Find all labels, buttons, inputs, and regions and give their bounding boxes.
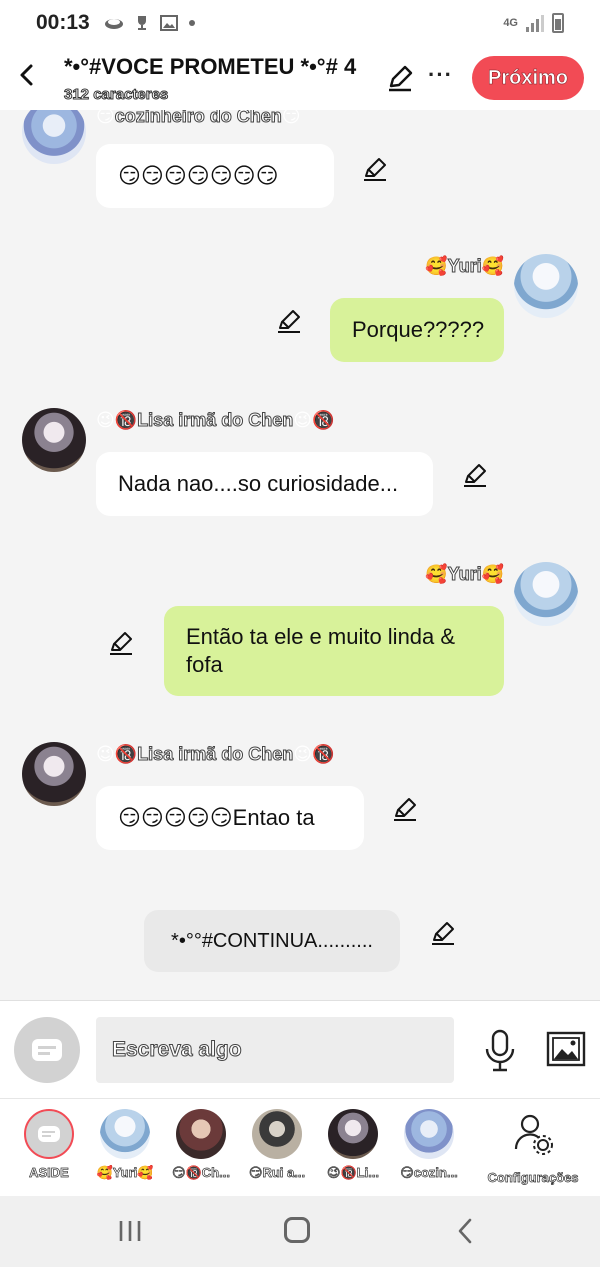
microphone-icon[interactable] — [482, 1029, 518, 1073]
character-chen[interactable]: 😏🔞Ch... — [163, 1109, 239, 1181]
signal-icon — [526, 14, 544, 32]
avatar — [328, 1109, 378, 1159]
edit-message-icon[interactable] — [362, 156, 388, 182]
aside-avatar — [24, 1109, 74, 1159]
message-bubble[interactable]: 😏😏😏😏😏😏😏 — [96, 144, 334, 208]
back-arrow-icon[interactable] — [14, 60, 40, 90]
chat-header: *•°#VOCE PROMETEU *•°# 4 312 caracteres … — [0, 46, 600, 110]
character-yuri[interactable]: 🥰Yuri🥰 — [87, 1109, 163, 1181]
avatar — [100, 1109, 150, 1159]
avatar[interactable] — [22, 110, 86, 164]
edit-message-icon[interactable] — [462, 462, 488, 488]
edit-message-icon[interactable] — [108, 630, 134, 656]
battery-icon — [552, 13, 564, 33]
more-options-icon[interactable]: ··· — [428, 62, 453, 88]
message-sender-name: 🥰Yuri🥰 — [425, 564, 504, 585]
message-sender-name: 😉🔞Lisa irmã do Chen😉🔞 — [96, 410, 335, 431]
character-rui[interactable]: 😏Rui a... — [239, 1109, 315, 1181]
chat-area[interactable]: 😏cozinheiro do Chen😏 😏😏😏😏😏😏😏 🥰Yuri🥰 Porq… — [0, 110, 600, 1000]
home-icon[interactable] — [284, 1217, 310, 1243]
message-sender-name: 😏cozinheiro do Chen😏 — [96, 110, 301, 127]
aside-icon — [38, 1126, 60, 1142]
character-selector: ASIDE 🥰Yuri🥰 😏🔞Ch... 😏Rui a... 😉🔞Li... 😏… — [0, 1098, 600, 1196]
avatar[interactable] — [22, 742, 86, 806]
network-type: 4G — [503, 17, 518, 29]
avatar[interactable] — [22, 408, 86, 472]
edit-message-icon[interactable] — [276, 308, 302, 334]
character-label: 😉🔞Li... — [326, 1165, 380, 1180]
cloud-icon — [104, 19, 123, 29]
character-label: Configurações — [487, 1170, 579, 1185]
image-icon — [159, 15, 178, 31]
add-image-icon[interactable] — [546, 1031, 586, 1067]
edit-title-icon[interactable] — [386, 64, 414, 92]
character-label: ASIDE — [29, 1165, 69, 1180]
message-bubble[interactable]: Nada nao....so curiosidade... — [96, 452, 433, 516]
aside-icon — [32, 1039, 62, 1061]
avatar — [176, 1109, 226, 1159]
composer — [0, 1000, 600, 1098]
status-time: 00:13 — [36, 11, 90, 34]
edit-message-icon[interactable] — [430, 920, 456, 946]
avatar — [404, 1109, 454, 1159]
character-label: 🥰Yuri🥰 — [96, 1165, 154, 1180]
status-bar: 00:13 4G — [0, 0, 600, 46]
system-nav-bar — [0, 1196, 600, 1267]
character-cozinheiro[interactable]: 😏cozin... — [391, 1109, 467, 1181]
character-label: 😏🔞Ch... — [172, 1165, 231, 1180]
message-sender-name: 🥰Yuri🥰 — [425, 256, 504, 277]
system-back-icon[interactable] — [456, 1218, 474, 1244]
character-aside[interactable]: ASIDE — [11, 1109, 87, 1180]
message-bubble[interactable]: Porque????? — [330, 298, 504, 362]
settings-button[interactable]: Configurações — [479, 1109, 587, 1185]
avatar[interactable] — [514, 562, 578, 626]
recent-apps-icon[interactable] — [118, 1220, 142, 1242]
message-bubble[interactable]: 😏😏😏😏😏Entao ta — [96, 786, 364, 850]
next-button[interactable]: Próximo — [472, 56, 584, 100]
dot-icon — [188, 20, 195, 26]
message-input[interactable] — [96, 1017, 454, 1083]
character-lisa[interactable]: 😉🔞Li... — [315, 1109, 391, 1181]
avatar — [252, 1109, 302, 1159]
aside-toggle-button[interactable] — [14, 1017, 80, 1083]
trophy-icon — [137, 16, 146, 30]
message-sender-name: 😉🔞Lisa irmã do Chen😉🔞 — [96, 744, 335, 765]
character-label: 😏Rui a... — [248, 1165, 306, 1180]
settings-user-icon — [514, 1114, 553, 1155]
character-label: 😏cozin... — [400, 1165, 458, 1180]
edit-message-icon[interactable] — [392, 796, 418, 822]
character-count: 312 caracteres — [63, 86, 169, 104]
message-bubble[interactable]: Então ta ele e muito linda & fofa — [164, 606, 504, 696]
story-title: *•°#VOCE PROMETEU *•°# 4 — [64, 54, 357, 79]
avatar[interactable] — [514, 254, 578, 318]
narration-bubble[interactable]: *•°°#CONTINUA.......... — [144, 910, 400, 972]
